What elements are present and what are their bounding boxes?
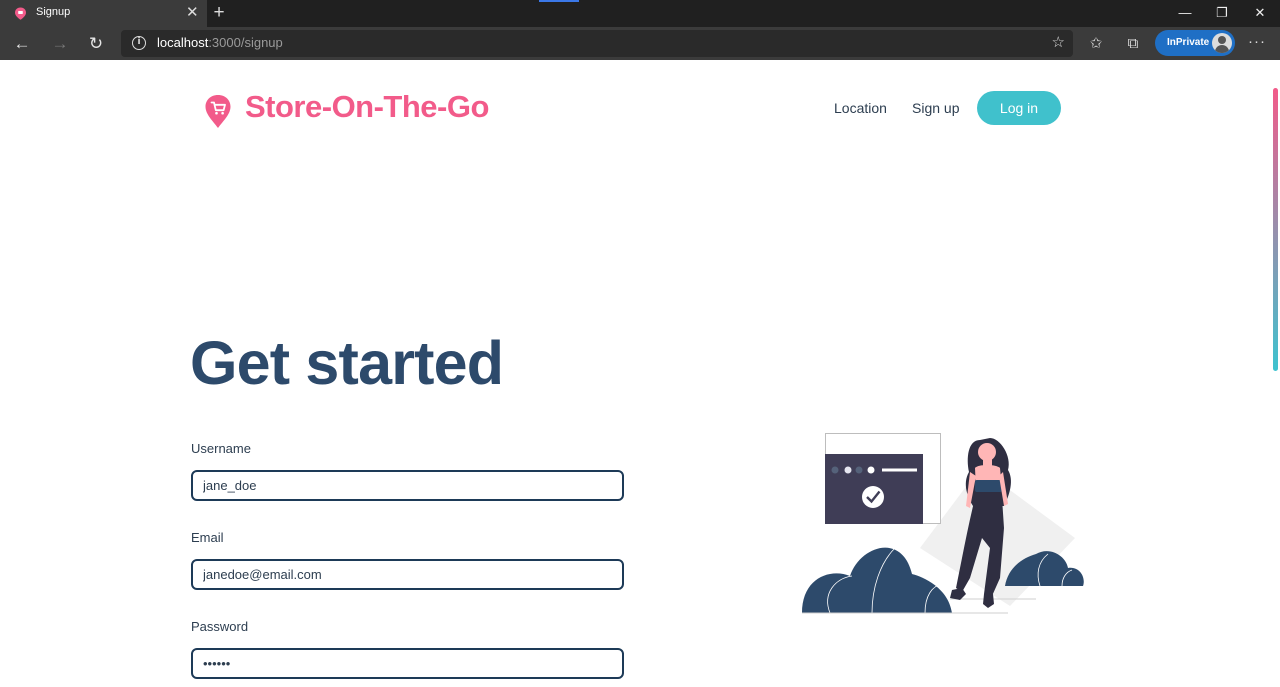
page-title: Get started — [190, 329, 504, 397]
reload-button[interactable]: ↻ — [84, 32, 108, 56]
password-label: Password — [191, 619, 249, 634]
url-text[interactable]: localhost:3000/signup — [157, 35, 283, 50]
collections-icon[interactable]: ⧉ — [1122, 33, 1144, 55]
username-label: Username — [191, 441, 251, 456]
new-tab-button[interactable]: + — [210, 2, 228, 24]
woman-checklist-illustration — [802, 433, 1084, 614]
minimize-window-button[interactable]: — — [1173, 3, 1197, 23]
password-input[interactable] — [191, 648, 624, 679]
login-button[interactable]: Log in — [977, 91, 1061, 125]
scrollbar[interactable] — [1273, 88, 1278, 371]
url-host: localhost — [157, 35, 209, 50]
favorite-star-icon[interactable]: ☆ — [1052, 33, 1065, 51]
username-input[interactable] — [191, 470, 624, 501]
info-icon[interactable]: i — [132, 36, 146, 50]
tab-title: Signup — [36, 6, 71, 18]
brand-logo-text[interactable]: Store-On-The-Go — [245, 89, 489, 125]
browser-tab[interactable]: Signup ✕ — [0, 0, 207, 27]
close-window-button[interactable]: ✕ — [1248, 3, 1272, 23]
email-input[interactable] — [191, 559, 624, 590]
inprivate-label: InPrivate — [1167, 37, 1210, 48]
inprivate-badge[interactable]: InPrivate — [1155, 30, 1235, 56]
restore-window-button[interactable]: ❐ — [1210, 3, 1234, 23]
url-path: :3000/signup — [208, 35, 283, 50]
close-tab-icon[interactable]: ✕ — [186, 4, 199, 22]
profile-avatar-icon — [1212, 33, 1232, 53]
browser-tab-bar: Signup ✕ + — ❐ ✕ — [0, 0, 1280, 27]
more-options-icon[interactable]: ··· — [1245, 33, 1269, 50]
nav-location-link[interactable]: Location — [834, 100, 887, 116]
nav-signup-link[interactable]: Sign up — [912, 100, 959, 116]
page-content: Store-On-The-Go Location Sign up Log in … — [0, 60, 1280, 687]
address-bar[interactable]: i localhost:3000/signup ☆ — [121, 30, 1073, 57]
forward-button[interactable]: → — [48, 32, 72, 56]
browser-toolbar: ← → ↻ i localhost:3000/signup ☆ ✩ ⧉ InPr… — [0, 27, 1280, 60]
email-label: Email — [191, 530, 224, 545]
map-pin-cart-icon[interactable] — [204, 94, 232, 130]
favicon-icon — [15, 7, 26, 20]
tab-strip-indicator — [539, 0, 579, 2]
back-button[interactable]: ← — [10, 32, 34, 56]
favorites-icon[interactable]: ✩ — [1085, 33, 1107, 55]
